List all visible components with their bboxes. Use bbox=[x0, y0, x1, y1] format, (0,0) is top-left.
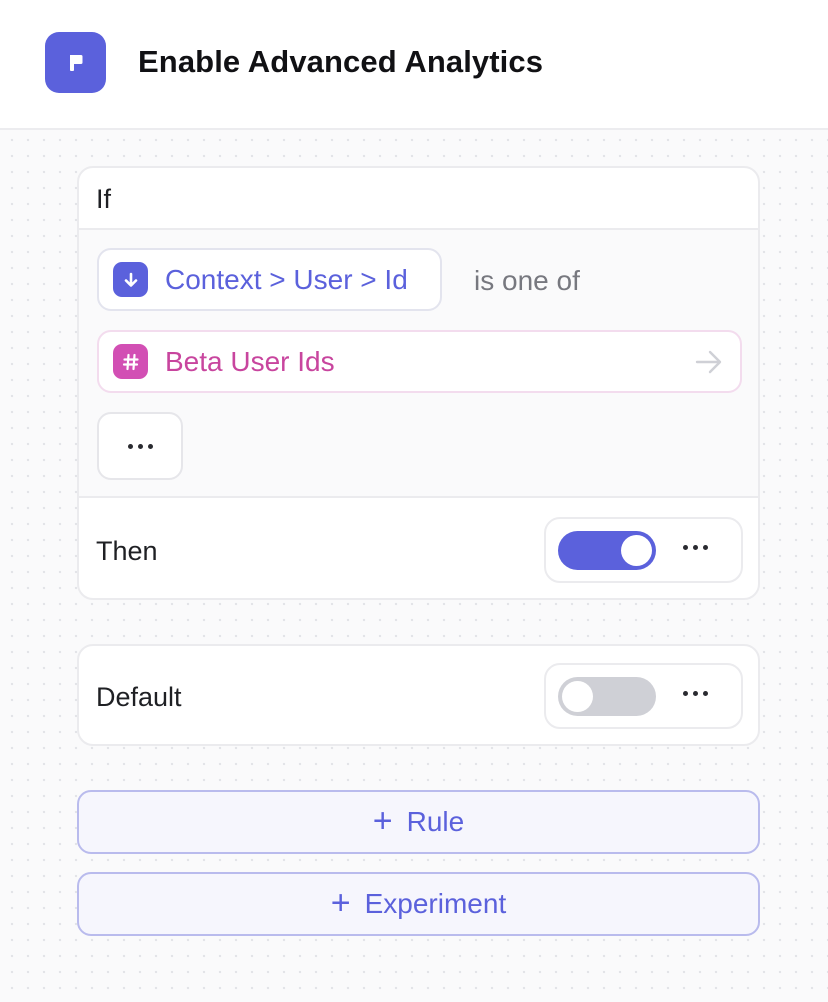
segment-label: Beta User Ids bbox=[165, 345, 335, 377]
toggle-knob bbox=[562, 681, 593, 712]
plus-icon: + bbox=[330, 883, 351, 922]
if-label: If bbox=[96, 184, 112, 214]
then-toggle[interactable] bbox=[558, 531, 656, 570]
more-dot bbox=[147, 443, 153, 449]
operator-label[interactable]: is one of bbox=[474, 265, 580, 297]
header: Enable Advanced Analytics bbox=[0, 0, 828, 130]
then-controls bbox=[544, 517, 743, 583]
then-more-button[interactable] bbox=[683, 545, 708, 550]
more-dot bbox=[137, 443, 143, 449]
then-label: Then bbox=[96, 536, 158, 566]
condition-area: Context > User > Id is one of Beta User … bbox=[79, 230, 758, 498]
default-card: Default bbox=[77, 644, 760, 746]
if-row: If bbox=[79, 168, 758, 230]
default-more-button[interactable] bbox=[683, 691, 708, 696]
arrow-down-circle-icon bbox=[113, 262, 148, 297]
hash-icon bbox=[113, 344, 148, 379]
segment-pill[interactable]: Beta User Ids bbox=[97, 330, 742, 393]
default-toggle[interactable] bbox=[558, 677, 656, 716]
condition-more-button[interactable] bbox=[97, 412, 183, 480]
add-experiment-label: Experiment bbox=[364, 888, 507, 919]
context-path-pill[interactable]: Context > User > Id bbox=[97, 248, 442, 311]
more-dot bbox=[693, 545, 698, 550]
add-rule-button[interactable]: + Rule bbox=[77, 790, 760, 854]
add-rule-label: Rule bbox=[406, 806, 465, 837]
arrow-right-icon[interactable] bbox=[694, 348, 724, 381]
add-experiment-button[interactable]: + Experiment bbox=[77, 872, 760, 936]
page-title: Enable Advanced Analytics bbox=[138, 44, 544, 79]
more-dot bbox=[683, 545, 688, 550]
more-dot bbox=[703, 545, 708, 550]
more-dot bbox=[127, 443, 133, 449]
toggle-knob bbox=[621, 535, 652, 566]
flag-icon bbox=[45, 32, 106, 93]
default-controls bbox=[544, 663, 743, 729]
more-dot bbox=[683, 691, 688, 696]
rule-card: If Context > User > Id is one of Beta Us… bbox=[77, 166, 760, 600]
context-path-label: Context > User > Id bbox=[165, 263, 408, 295]
more-dot bbox=[693, 691, 698, 696]
more-dot bbox=[703, 691, 708, 696]
default-label: Default bbox=[96, 682, 182, 712]
plus-icon: + bbox=[372, 801, 393, 840]
